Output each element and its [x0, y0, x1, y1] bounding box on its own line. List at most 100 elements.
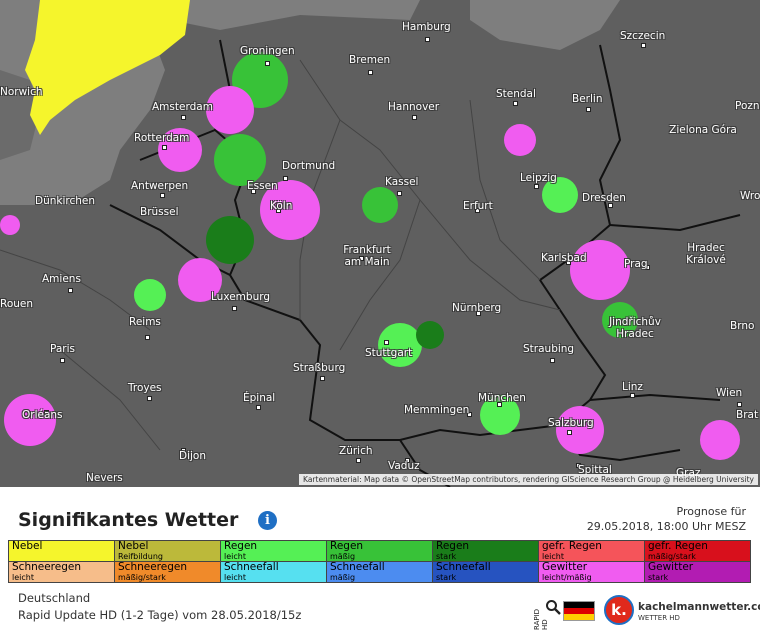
city-label: München [478, 392, 526, 404]
legend-cell: Schneeregen mäßig/stark [114, 561, 221, 583]
city-dot [384, 340, 389, 345]
city-dot [641, 43, 646, 48]
legend-label: Schneeregen [118, 561, 187, 573]
city-label: Karlsbad [541, 252, 587, 264]
city-dot [425, 37, 430, 42]
city-label: Zielona Góra [669, 124, 737, 136]
legend-cell: Gewitter leicht/mäßig [538, 561, 645, 583]
city-dot [60, 358, 65, 363]
weather-map[interactable]: Groningen Hamburg Szczecin Bremen Norwic… [0, 0, 760, 487]
city-dot [232, 306, 237, 311]
city-label: Salzburg [548, 417, 594, 429]
city-dot [256, 405, 261, 410]
city-dot [147, 396, 152, 401]
city-label: Brno [730, 320, 755, 332]
legend-label: Gewitter [648, 561, 694, 573]
model-info: Deutschland Rapid Update HD (1-2 Tage) v… [18, 590, 301, 624]
legend-cell: Nebel [8, 540, 115, 562]
magnifier-icon[interactable] [545, 599, 561, 615]
city-label: Wien [716, 387, 743, 399]
city-label: Brat [736, 409, 759, 421]
legend-cell: Nebel Reifbildung [114, 540, 221, 562]
city-label: Orléans [22, 409, 63, 421]
city-dot [356, 458, 361, 463]
city-label: Köln [270, 200, 293, 212]
legend-sublabel: mäßig/stark [118, 573, 166, 582]
brand-name[interactable]: kachelmannwetter.com [638, 602, 760, 613]
city-label: Troyes [128, 382, 162, 394]
city-dot [320, 376, 325, 381]
city-label: Straßburg [293, 362, 346, 374]
city-label: Wrocław [740, 190, 760, 202]
city-label: Szczecin [620, 30, 666, 42]
city-label: Nürnberg [452, 302, 502, 314]
city-dot [737, 402, 742, 407]
germany-flag-icon[interactable] [563, 601, 595, 621]
brand-subtitle: WETTER HD [638, 614, 680, 622]
city-dot [181, 115, 186, 120]
legend-label: gefr. Regen [542, 540, 602, 552]
legend-label: Gewitter [542, 561, 588, 573]
city-label: Épinal [243, 392, 276, 404]
city-label: Leipzig [520, 172, 557, 184]
info-icon[interactable]: i [258, 511, 277, 530]
city-label: Frankfurt am Main [343, 244, 391, 268]
city-label: Groningen [240, 45, 295, 57]
legend-label: Schneefall [436, 561, 491, 573]
city-label: Antwerpen [131, 180, 189, 192]
legend-sublabel: mäßig [330, 552, 356, 561]
city-label: Stuttgart [365, 347, 413, 359]
city-label: Straubing [523, 343, 575, 355]
city-label: Amiens [42, 273, 81, 285]
city-label: Dortmund [282, 160, 336, 172]
legend-label: Nebel [118, 540, 149, 552]
legend-row: Schneeregen leicht Schneeregen mäßig/stark… [8, 561, 751, 583]
city-label: Reims [129, 316, 161, 328]
legend-cell: Regen mäßig [326, 540, 433, 562]
city-label: Amsterdam [152, 101, 213, 113]
city-dot [368, 70, 373, 75]
legend-label: Schneeregen [12, 561, 81, 573]
legend-sublabel: leicht [224, 552, 246, 561]
forecast-time: Prognose für 29.05.2018, 18:00 Uhr MESZ [587, 504, 746, 534]
forecast-label: Prognose für [676, 505, 747, 518]
city-dot [534, 184, 539, 189]
city-label: Brüssel [140, 206, 179, 218]
city-dot [145, 335, 150, 340]
city-label: Essen [247, 180, 278, 192]
kachelmann-logo-icon[interactable]: k. [604, 595, 634, 625]
city-label: Stendal [496, 88, 536, 100]
legend-cell: Regen stark [432, 540, 539, 562]
city-dot [513, 101, 518, 106]
city-label: Vaduz [388, 460, 420, 472]
legend-sublabel: stark [648, 573, 669, 582]
legend-cell: Schneefall mäßig [326, 561, 433, 583]
city-label: Hamburg [402, 21, 451, 33]
legend-label: Regen [436, 540, 470, 552]
legend-sublabel: leicht/mäßig [542, 573, 592, 582]
city-label: Berlin [572, 93, 603, 105]
city-label: Erfurt [463, 200, 493, 212]
legend-panel: Signifikantes Wetter i Prognose für 29.0… [0, 487, 760, 630]
city-label: Prag [624, 258, 648, 270]
city-label: Dijon [179, 450, 206, 462]
legend-sublabel: stark [436, 573, 457, 582]
legend-label: gefr. Regen [648, 540, 708, 552]
city-dot [550, 358, 555, 363]
legend-cell: gefr. Regen leicht [538, 540, 645, 562]
city-label: Dünkirchen [35, 195, 96, 207]
legend-label: Schneefall [224, 561, 279, 573]
city-dot [397, 191, 402, 196]
legend-cell: gefr. Regen mäßig/stark [644, 540, 751, 562]
city-label: Memmingen [404, 404, 470, 416]
legend-cell: Schneefall leicht [220, 561, 327, 583]
legend-cell: Gewitter stark [644, 561, 751, 583]
legend-sublabel: leicht [12, 573, 34, 582]
page-title: Signifikantes Wetter [18, 509, 239, 531]
city-label: Nevers [86, 472, 123, 484]
city-dot [567, 430, 572, 435]
legend-label: Nebel [12, 540, 43, 552]
wadden-sea [160, 0, 420, 30]
model-run-label: Rapid Update HD (1-2 Tage) vom 28.05.201… [18, 608, 302, 622]
city-label: Hradec Králové [686, 242, 726, 266]
